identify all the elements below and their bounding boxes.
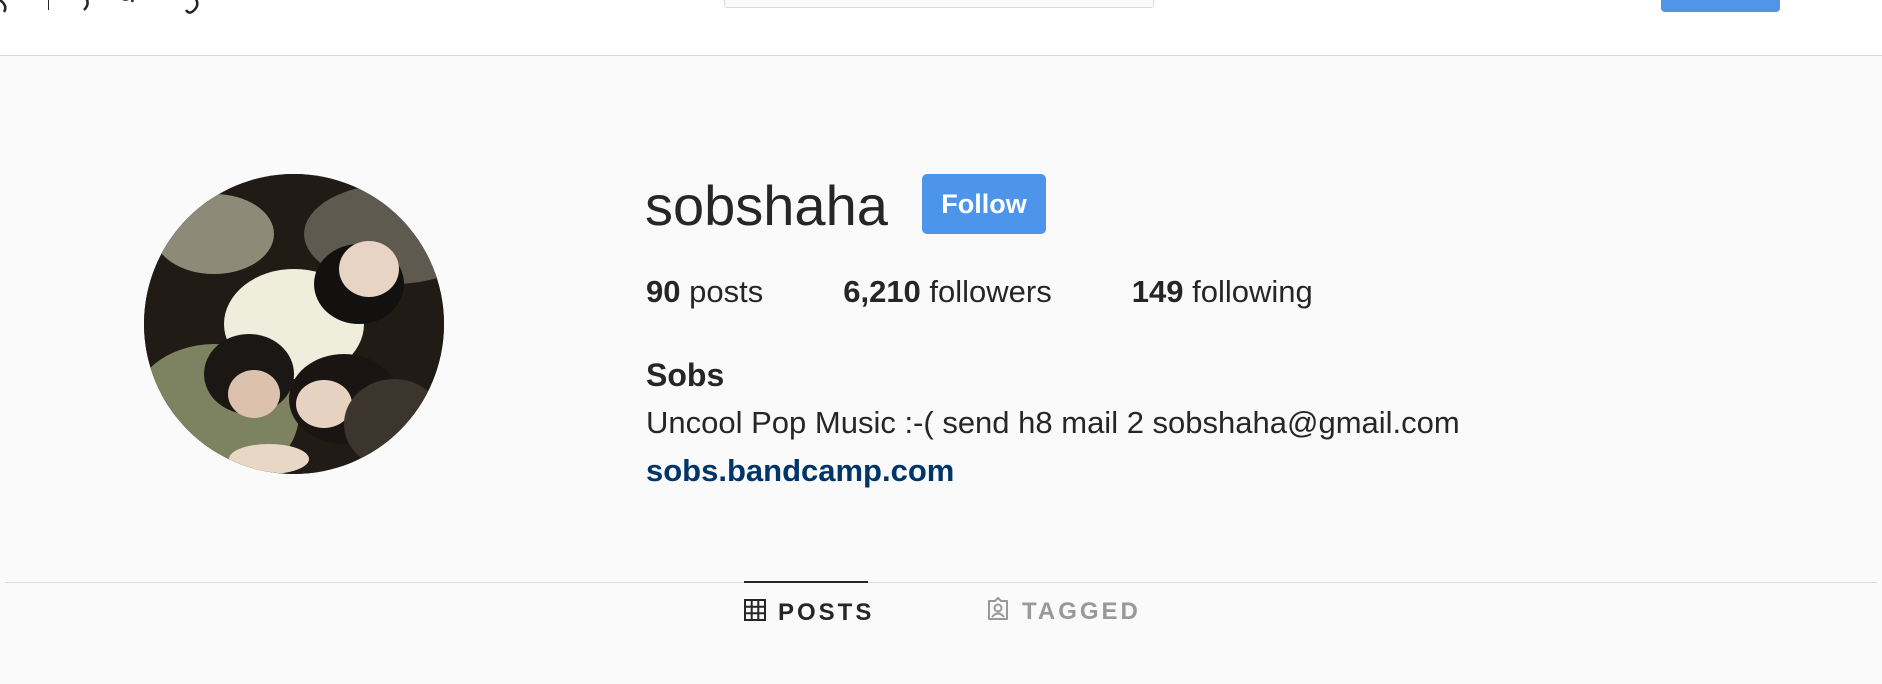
stat-posts-count: 90 xyxy=(646,274,681,309)
stat-followers[interactable]: 6,210 followers xyxy=(843,272,1052,312)
stat-following[interactable]: 149 following xyxy=(1132,272,1313,312)
profile-website-link[interactable]: sobs.bandcamp.com xyxy=(646,451,954,491)
stat-posts-label: posts xyxy=(689,274,764,309)
stat-following-label: following xyxy=(1192,274,1313,309)
top-action-button[interactable] xyxy=(1661,0,1780,12)
tagged-icon xyxy=(986,596,1022,628)
tabs-divider xyxy=(5,582,1877,583)
stat-following-count: 149 xyxy=(1131,274,1184,309)
top-navigation-bar xyxy=(0,0,1882,56)
tab-posts-label: POSTS xyxy=(778,599,875,626)
tab-tagged-label: TAGGED xyxy=(1022,598,1141,625)
stat-posts: 90 posts xyxy=(646,272,763,312)
instagram-logo[interactable] xyxy=(0,0,210,20)
logo-divider xyxy=(48,0,49,10)
profile-full-name: Sobs xyxy=(646,357,725,393)
search-input[interactable] xyxy=(724,0,1154,8)
follow-button[interactable]: Follow xyxy=(922,174,1046,234)
stat-followers-count: 6,210 xyxy=(843,274,921,309)
avatar xyxy=(144,174,444,474)
stat-followers-label: followers xyxy=(929,274,1052,309)
tab-tagged[interactable]: TAGGED xyxy=(986,582,1141,642)
profile-username: sobshaha xyxy=(645,174,888,237)
profile-bio: Uncool Pop Music :-( send h8 mail 2 sobs… xyxy=(646,405,1460,440)
grid-icon xyxy=(744,598,778,628)
tab-posts[interactable]: POSTS xyxy=(744,581,871,643)
profile-stats: 90 posts 6,210 followers 149 following xyxy=(646,272,1393,312)
